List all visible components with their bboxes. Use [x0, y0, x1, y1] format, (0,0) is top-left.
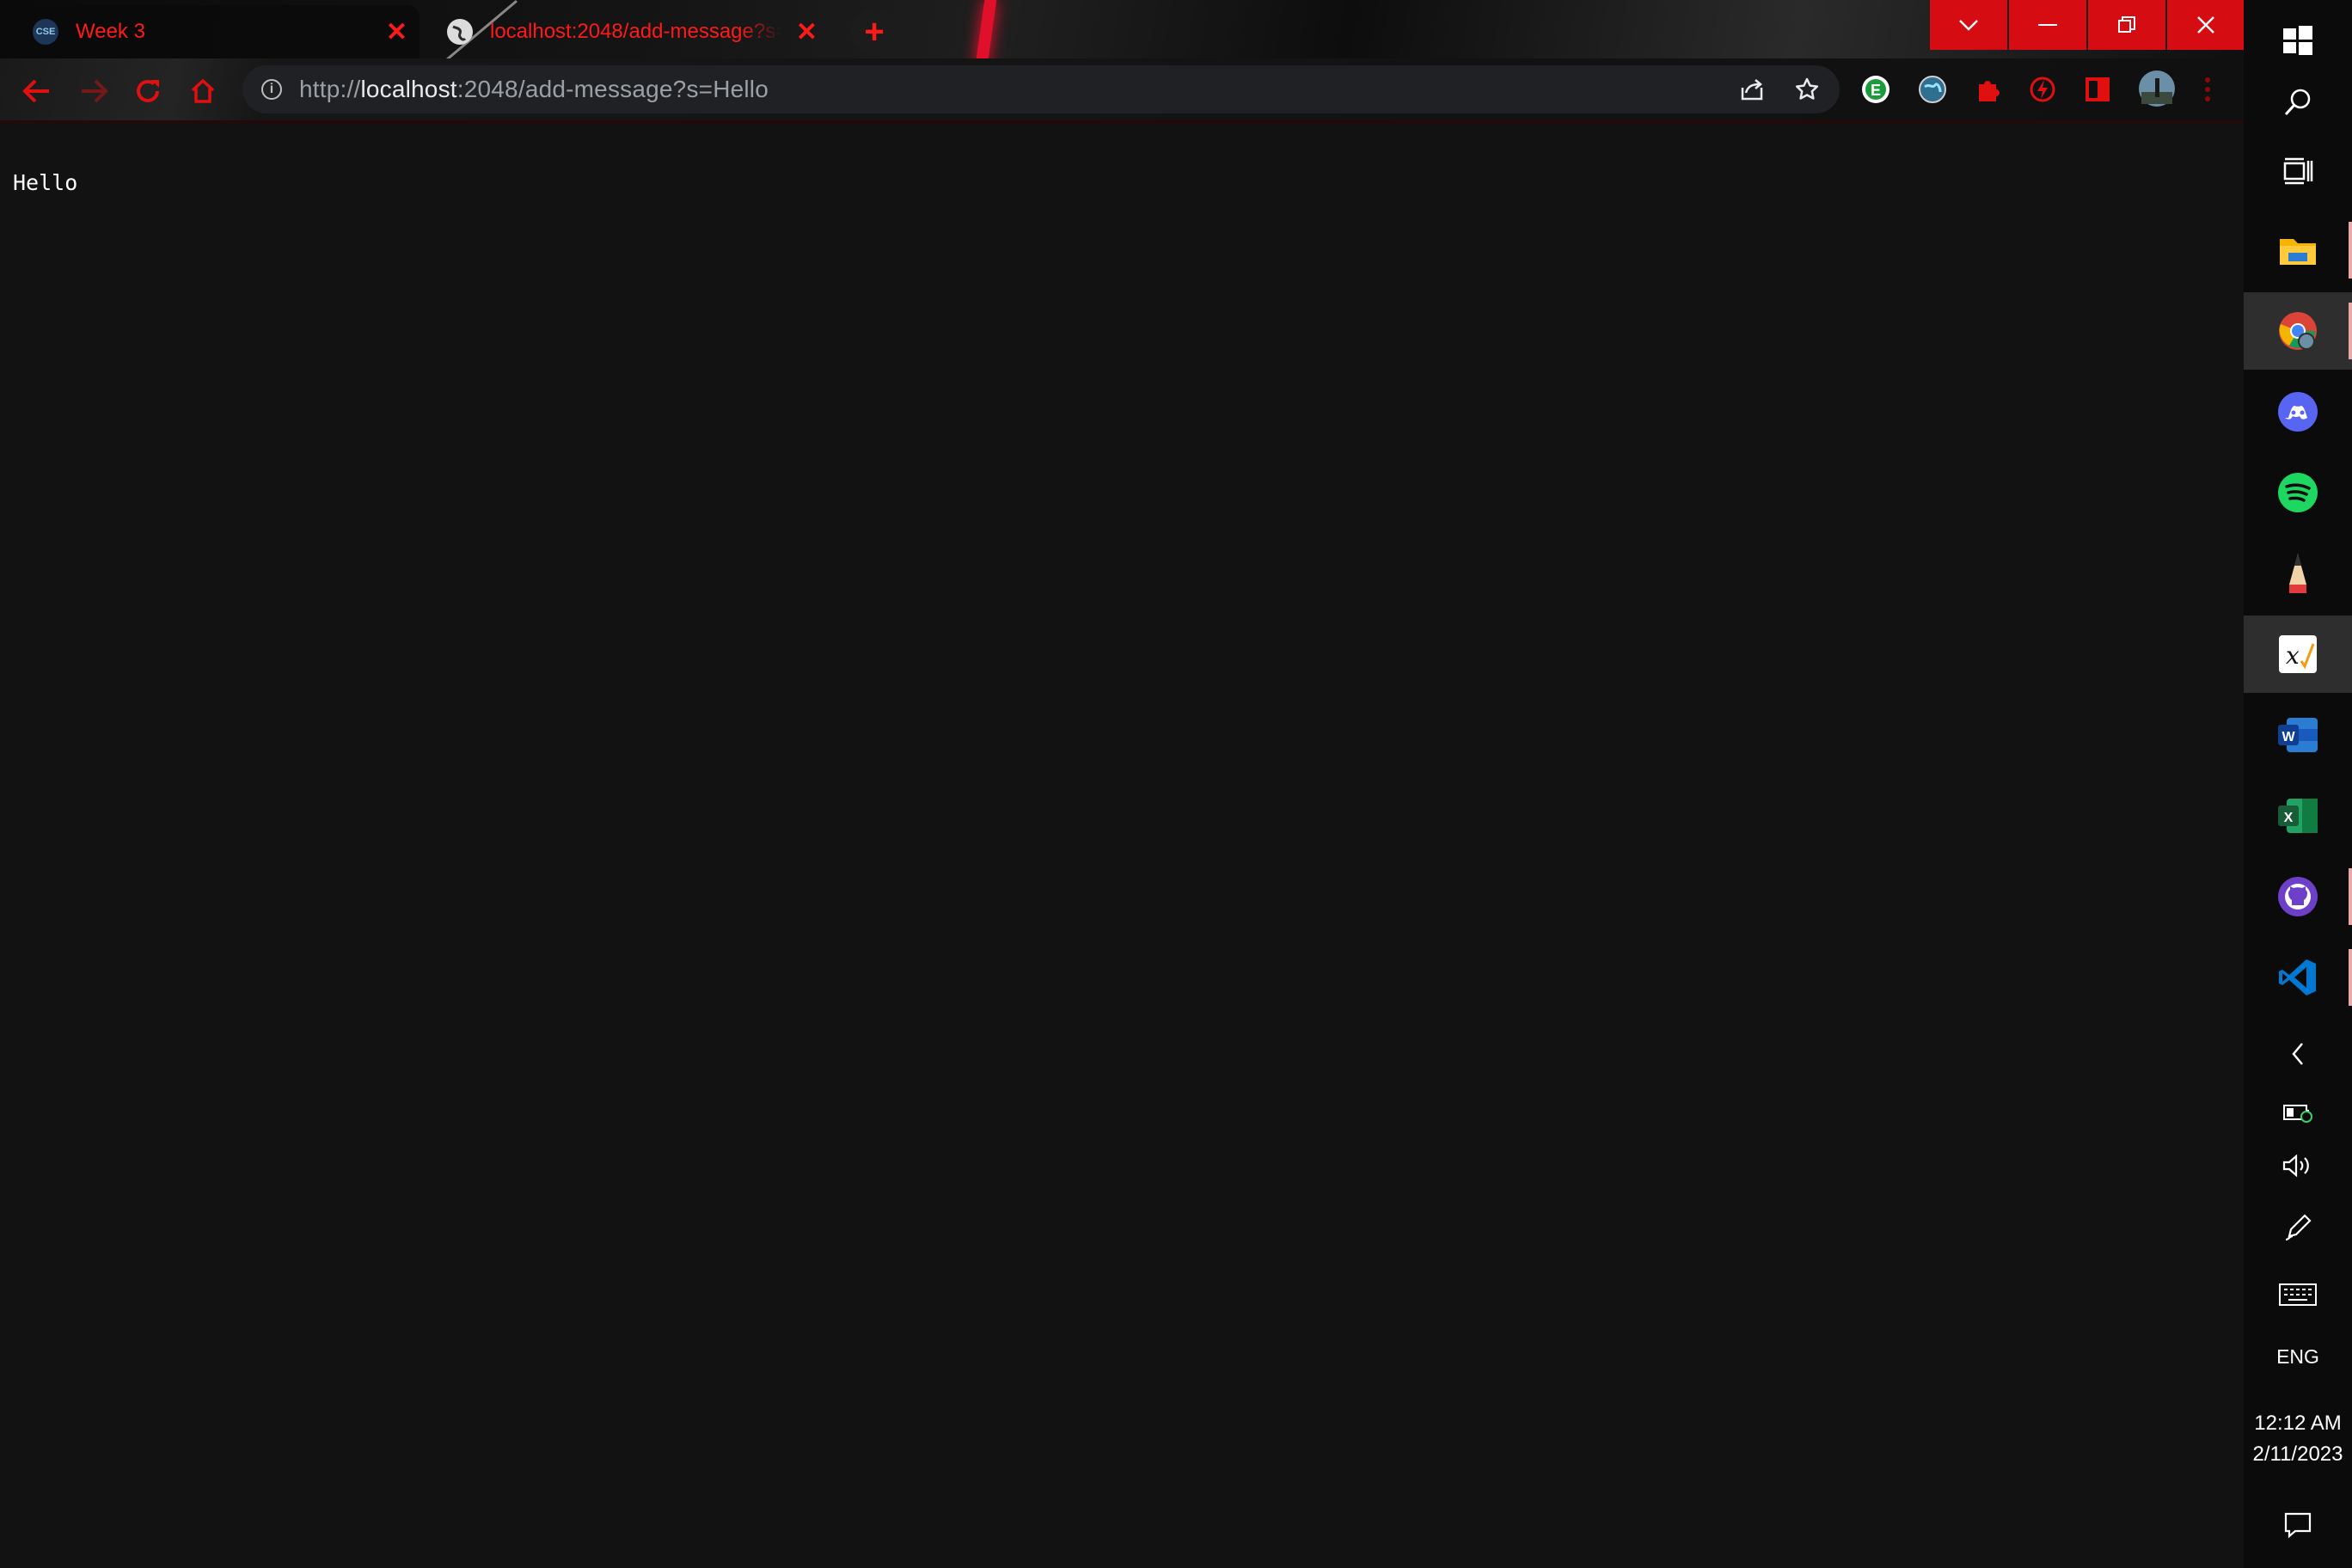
taskbar: x W X — [2244, 0, 2352, 1568]
page-content: Hello — [0, 123, 2244, 1568]
tab-title: localhost:2048/add-message?s=Hello — [490, 20, 782, 43]
chrome-icon — [2279, 312, 2317, 350]
taskbar-chrome[interactable] — [2244, 292, 2352, 370]
close-window-button[interactable] — [2167, 0, 2244, 50]
taskbar-github-desktop[interactable] — [2244, 858, 2352, 935]
url-text[interactable]: http://localhost:2048/add-message?s=Hell… — [299, 76, 769, 103]
taskbar-math-app[interactable]: x — [2244, 616, 2352, 693]
flash-icon[interactable] — [2027, 74, 2058, 105]
bookmark-star-icon[interactable] — [1793, 76, 1821, 103]
tab-search-button[interactable] — [1930, 0, 2007, 50]
action-center-button[interactable] — [2244, 1499, 2352, 1551]
search-button[interactable] — [2244, 72, 2352, 132]
taskbar-excel[interactable]: X — [2244, 777, 2352, 854]
home-icon — [191, 78, 215, 103]
pen-workspace-button[interactable] — [2244, 1202, 2352, 1253]
taskbar-spotify[interactable] — [2244, 454, 2352, 531]
menu-dots-icon[interactable] — [2192, 74, 2223, 105]
math-formula-icon: x — [2279, 635, 2317, 673]
language-indicator[interactable]: ENG — [2244, 1345, 2352, 1369]
toolbar: i http://localhost:2048/add-message?s=He… — [0, 58, 2244, 123]
taskbar-vscode[interactable] — [2244, 939, 2352, 1016]
show-hidden-icons-button[interactable] — [2244, 1028, 2352, 1080]
vscode-icon — [2279, 959, 2316, 995]
touch-keyboard-button[interactable] — [2244, 1269, 2352, 1320]
taskbar-discord[interactable] — [2244, 373, 2352, 450]
response-text: Hello — [13, 170, 78, 195]
task-view-icon — [2283, 157, 2313, 185]
restore-icon — [2118, 16, 2135, 33]
url-scheme: http:// — [299, 76, 361, 102]
info-icon[interactable]: i — [261, 79, 282, 100]
speaker-icon — [2282, 1154, 2309, 1178]
start-button[interactable] — [2244, 10, 2352, 70]
url-host: localhost — [360, 76, 457, 102]
globe-icon — [447, 19, 473, 45]
pencil-icon — [2289, 554, 2306, 593]
tab-localhost[interactable]: localhost:2048/add-message?s=Hello ✕ — [430, 5, 830, 58]
excel-icon: X — [2278, 799, 2318, 833]
address-bar[interactable]: i http://localhost:2048/add-message?s=He… — [242, 65, 1840, 113]
cse-icon: CSE — [33, 19, 58, 45]
pen-icon — [2285, 1214, 2312, 1241]
search-icon — [2284, 89, 2311, 116]
windows-icon — [2283, 26, 2312, 55]
clock-date: 2/11/2023 — [2252, 1442, 2343, 1466]
share-icon[interactable] — [1738, 76, 1766, 103]
vpn-globe-icon[interactable] — [1917, 74, 1948, 105]
running-indicator — [2349, 949, 2352, 1006]
clock-time: 12:12 AM — [2254, 1412, 2342, 1435]
volume-button[interactable] — [2244, 1140, 2352, 1191]
restore-button[interactable] — [2088, 0, 2165, 50]
home-button[interactable] — [186, 74, 220, 108]
evernote-icon[interactable]: E — [1860, 74, 1891, 105]
chevron-left-icon — [2292, 1043, 2303, 1065]
word-icon: W — [2278, 718, 2318, 752]
reload-icon — [137, 80, 159, 102]
minimize-button[interactable] — [2009, 0, 2086, 50]
running-indicator — [2349, 222, 2352, 279]
minimize-icon — [2038, 24, 2057, 26]
battery-button[interactable] — [2244, 1088, 2352, 1136]
tab-title: Week 3 — [76, 20, 145, 43]
github-icon — [2278, 877, 2318, 916]
taskbar-pencil-app[interactable] — [2244, 535, 2352, 612]
notification-icon — [2284, 1512, 2312, 1539]
discord-icon — [2278, 392, 2318, 432]
svg-text:X: X — [2284, 811, 2294, 825]
url-path: :2048/add-message?s=Hello — [456, 76, 769, 102]
profile-avatar[interactable] — [2137, 69, 2177, 108]
svg-text:x: x — [2286, 641, 2300, 670]
arrow-right-icon — [82, 79, 108, 103]
title-bar: CSE Week 3 ✕ localhost:2048/add-message?… — [0, 0, 2244, 64]
tab-week-3[interactable]: CSE Week 3 ✕ — [15, 5, 420, 58]
back-button[interactable] — [19, 74, 53, 108]
svg-text:E: E — [1871, 82, 1881, 99]
arrow-left-icon — [22, 79, 49, 103]
new-tab-button[interactable]: + — [851, 9, 897, 55]
running-indicator — [2349, 303, 2352, 359]
taskbar-file-explorer[interactable] — [2244, 211, 2352, 289]
close-icon — [2197, 16, 2214, 34]
chevron-down-icon — [1959, 20, 1978, 31]
spotify-icon — [2278, 473, 2318, 512]
extensions-puzzle-icon[interactable] — [1972, 74, 2003, 105]
keyboard-icon — [2279, 1283, 2317, 1306]
reading-icon[interactable] — [2082, 74, 2113, 105]
close-icon[interactable]: ✕ — [784, 17, 830, 47]
close-icon[interactable]: ✕ — [374, 17, 420, 47]
folder-icon — [2280, 239, 2316, 265]
running-indicator — [2349, 868, 2352, 925]
svg-text:W: W — [2282, 730, 2295, 744]
clock[interactable]: 12:12 AM 2/11/2023 — [2244, 1408, 2352, 1470]
task-view-button[interactable] — [2244, 141, 2352, 201]
forward-button[interactable] — [77, 74, 112, 108]
battery-icon — [2283, 1105, 2312, 1123]
wallpaper-streak — [975, 0, 997, 64]
browser-window: CSE Week 3 ✕ localhost:2048/add-message?… — [0, 0, 2244, 1568]
taskbar-word[interactable]: W — [2244, 696, 2352, 774]
reload-button[interactable] — [131, 74, 165, 108]
